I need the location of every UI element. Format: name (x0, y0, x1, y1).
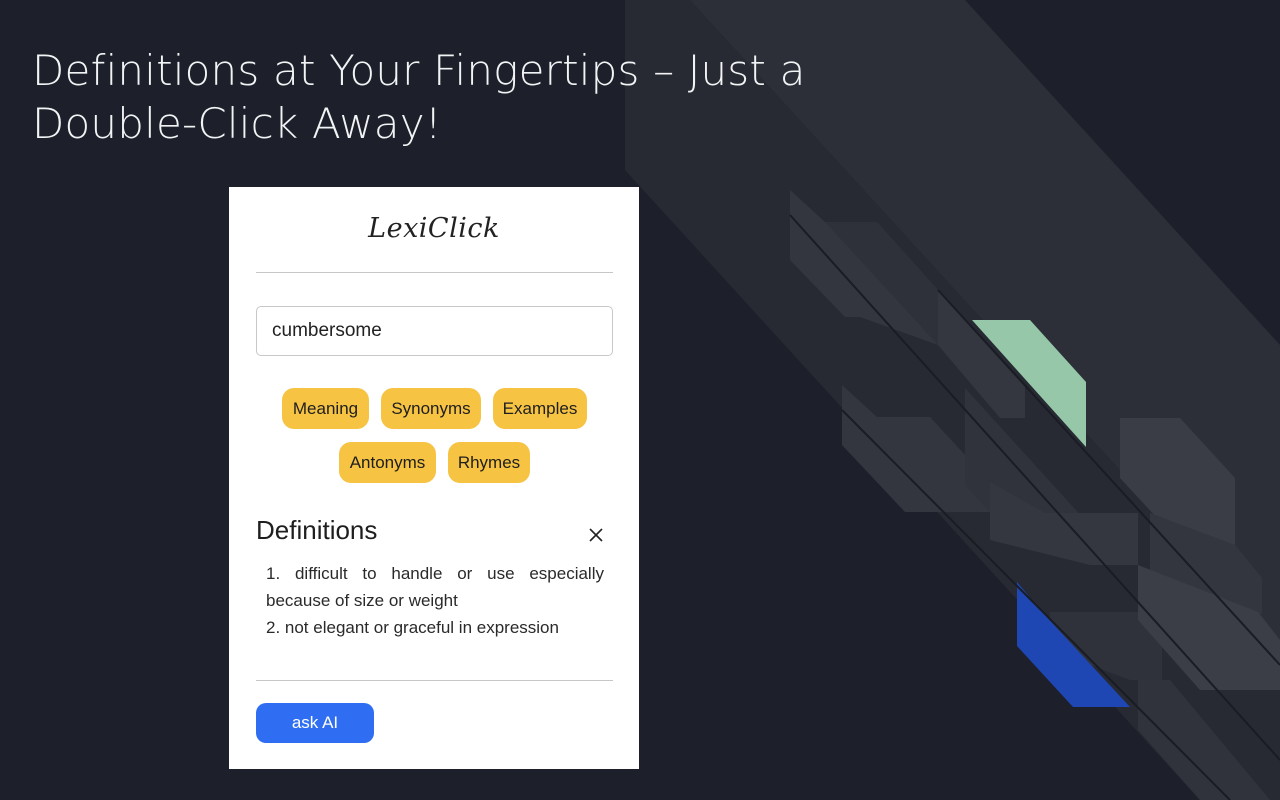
headline: Definitions at Your Fingertips – Just a … (32, 44, 806, 150)
ask-ai-button[interactable]: ask AI (256, 703, 374, 743)
close-icon[interactable] (586, 525, 606, 545)
search-input[interactable] (256, 306, 613, 356)
rhymes-button[interactable]: Rhymes (448, 442, 530, 483)
definitions-title: Definitions (256, 515, 378, 545)
synonyms-button[interactable]: Synonyms (381, 388, 481, 429)
app-logo: LexiClick (368, 213, 500, 244)
divider (256, 680, 613, 681)
definition-item: 1. difficult to handle or use especially… (266, 564, 604, 610)
headline-line-1: Definitions at Your Fingertips – Just a (32, 46, 806, 95)
meaning-button[interactable]: Meaning (282, 388, 369, 429)
definitions-list: 1. difficult to handle or use especially… (266, 560, 604, 641)
examples-button[interactable]: Examples (493, 388, 587, 429)
extension-popup: LexiClick Meaning Synonyms Examples Anto… (229, 187, 639, 769)
antonyms-button[interactable]: Antonyms (339, 442, 436, 483)
slide: Definitions at Your Fingertips – Just a … (0, 0, 1280, 800)
headline-line-2: Double-Click Away! (32, 99, 442, 148)
definition-item: 2. not elegant or graceful in expression (266, 618, 559, 637)
divider (256, 272, 613, 273)
